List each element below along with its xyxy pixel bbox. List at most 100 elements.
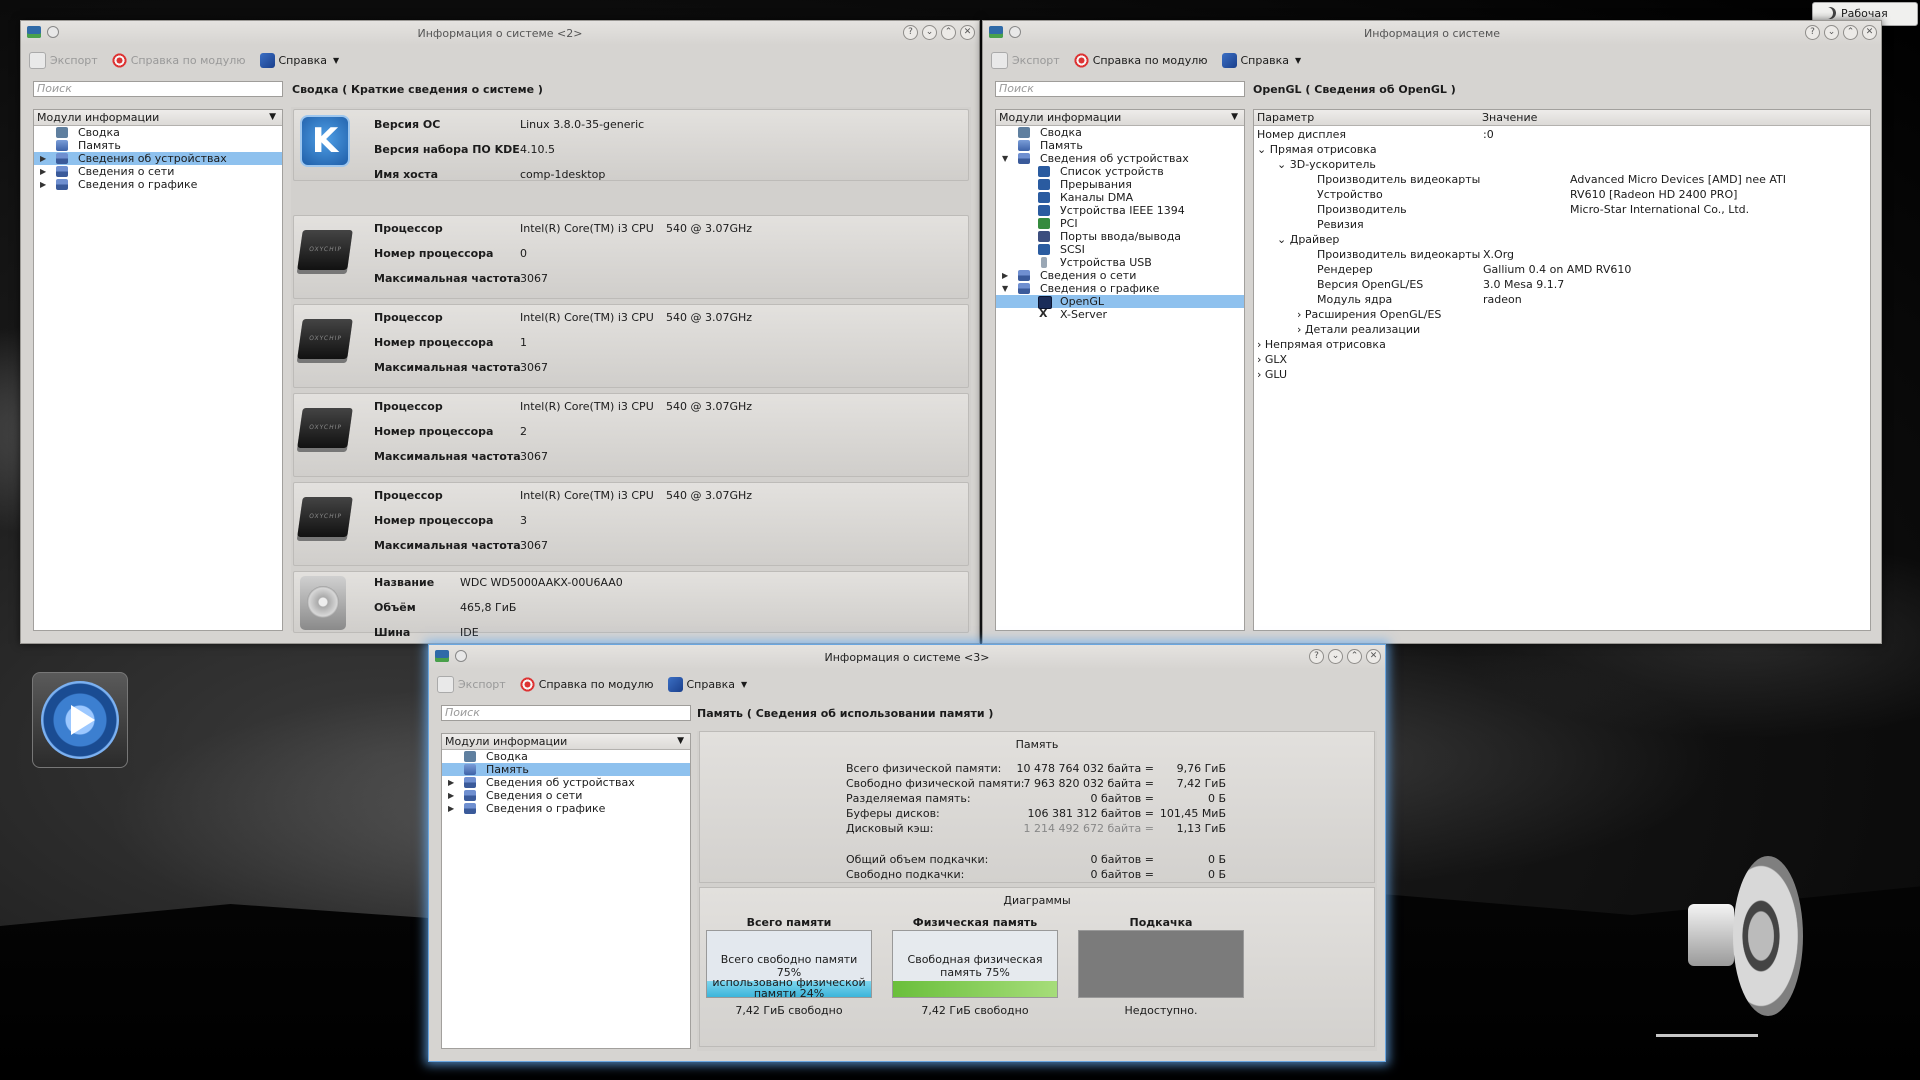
tree-item-io-ports[interactable]: Порты ввода/вывода bbox=[996, 230, 1244, 243]
cpu-card-0: Процессор Intel(R) Core(TM) i3 CPU 540 @… bbox=[293, 215, 969, 299]
table-header[interactable]: Параметр Значение bbox=[1254, 110, 1870, 126]
table-row[interactable]: Рендерер bbox=[1317, 263, 1373, 276]
memory-bytes: 0 байтов = bbox=[1090, 868, 1154, 881]
tree-item-summary[interactable]: Сводка bbox=[996, 126, 1244, 139]
table-row[interactable]: Версия OpenGL/ES bbox=[1317, 278, 1423, 291]
diagrams-section: Диаграммы Всего памяти Всего свободно па… bbox=[699, 887, 1375, 1047]
volume-widget[interactable] bbox=[1656, 856, 1818, 1037]
tree-item-network[interactable]: ▶ Сведения о сети bbox=[996, 269, 1244, 282]
opengl-table[interactable]: Параметр Значение Номер дисплея :0 ⌄ Пря… bbox=[1253, 109, 1871, 631]
search-input[interactable]: Поиск bbox=[441, 705, 691, 721]
tree-item-opengl[interactable]: OpenGL bbox=[996, 295, 1244, 309]
title-bar[interactable]: Информация о системе ? ⌄ ⌃ ✕ bbox=[983, 21, 1881, 45]
help-menu-button[interactable]: Справка ▼ bbox=[259, 52, 339, 68]
module-selector[interactable]: Модули информации ▼ bbox=[442, 734, 690, 750]
maximize-icon[interactable]: ⌃ bbox=[1843, 25, 1858, 40]
tree-item-scsi[interactable]: SCSI bbox=[996, 243, 1244, 256]
pane-header: Память ( Сведения об использовании памят… bbox=[697, 707, 994, 720]
gauge-free-label: Свободная физическая память 75% bbox=[907, 953, 1043, 979]
title-bar[interactable]: Информация о системе <3> ? ⌄ ⌃ ✕ bbox=[429, 645, 1385, 669]
maximize-icon[interactable]: ⌃ bbox=[1347, 649, 1362, 664]
help-icon[interactable]: ? bbox=[1309, 649, 1324, 664]
tree-item-device-list[interactable]: Список устройств bbox=[996, 165, 1244, 178]
tree-item-memory[interactable]: Память bbox=[442, 763, 690, 776]
table-row[interactable]: ⌄ Прямая отрисовка bbox=[1257, 143, 1377, 156]
help-menu-button[interactable]: Справка ▼ bbox=[667, 676, 747, 692]
help-menu-button[interactable]: Справка ▼ bbox=[1221, 52, 1301, 68]
minimize-icon[interactable]: ⌄ bbox=[1824, 25, 1839, 40]
cpu-chip-icon bbox=[297, 408, 353, 448]
tree-item-memory[interactable]: Память bbox=[996, 139, 1244, 152]
search-input[interactable]: Поиск bbox=[995, 81, 1245, 97]
minimize-icon[interactable]: ⌄ bbox=[1328, 649, 1343, 664]
tree-item-summary[interactable]: Сводка bbox=[34, 126, 282, 139]
tree-item-dma[interactable]: Каналы DMA bbox=[996, 191, 1244, 204]
title-bar[interactable]: Информация о системе <2> ? ⌄ ⌃ ✕ bbox=[21, 21, 979, 45]
table-row[interactable]: Модуль ядра bbox=[1317, 293, 1392, 306]
module-help-button[interactable]: Справка по модулю bbox=[519, 676, 654, 692]
tree-item-devices[interactable]: ▼ Сведения об устройствах bbox=[996, 152, 1244, 165]
table-row[interactable]: › GLX bbox=[1257, 353, 1287, 366]
module-tree[interactable]: Модули информации ▼ Сводка Память ▼ Сведен… bbox=[995, 109, 1245, 631]
module-tree[interactable]: Модули информации ▼ Сводка Память ▶ Сведен… bbox=[33, 109, 283, 631]
search-input[interactable]: Поиск bbox=[33, 81, 283, 97]
gauge-used-label: использовано физической памяти 24% bbox=[712, 976, 866, 998]
table-row[interactable]: › Детали реализации bbox=[1297, 323, 1420, 336]
col-param[interactable]: Параметр bbox=[1257, 110, 1314, 125]
tree-item-network[interactable]: ▶ Сведения о сети bbox=[34, 165, 282, 178]
module-tree[interactable]: Модули информации ▼ Сводка Память ▶ Сведен… bbox=[441, 733, 691, 1049]
media-player-widget[interactable] bbox=[32, 672, 128, 768]
tree-item-ieee1394[interactable]: Устройства IEEE 1394 bbox=[996, 204, 1244, 217]
table-row[interactable]: Номер дисплея bbox=[1257, 128, 1346, 141]
module-selector[interactable]: Модули информации ▼ bbox=[996, 110, 1244, 126]
tree-item-summary[interactable]: Сводка bbox=[442, 750, 690, 763]
help-icon[interactable]: ? bbox=[903, 25, 918, 40]
module-selector[interactable]: Модули информации ▼ bbox=[34, 110, 282, 126]
table-row[interactable]: › GLU bbox=[1257, 368, 1287, 381]
table-cell: RV610 [Radeon HD 2400 PRO] bbox=[1570, 188, 1738, 201]
tree-item-usb[interactable]: Устройства USB bbox=[996, 256, 1244, 269]
tree-item-graphics[interactable]: ▼ Сведения о графике bbox=[996, 282, 1244, 295]
close-icon[interactable]: ✕ bbox=[1862, 25, 1877, 40]
table-row[interactable]: › Непрямая отрисовка bbox=[1257, 338, 1386, 351]
tree-item-devices[interactable]: ▶ Сведения об устройствах bbox=[442, 776, 690, 789]
cpu-card-1: Процессор Intel(R) Core(TM) i3 CPU 540 @… bbox=[293, 304, 969, 388]
export-button[interactable]: Экспорт bbox=[991, 51, 1060, 69]
table-row[interactable]: Производитель bbox=[1317, 203, 1407, 216]
maximize-icon[interactable]: ⌃ bbox=[941, 25, 956, 40]
table-row[interactable]: ⌄ Драйвер bbox=[1277, 233, 1339, 246]
memory-label: Дисковый кэш: bbox=[846, 822, 934, 835]
module-help-button[interactable]: Справка по модулю bbox=[1073, 52, 1208, 68]
table-row[interactable]: Производитель видеокарты bbox=[1317, 248, 1480, 261]
export-button[interactable]: Экспорт bbox=[437, 675, 506, 693]
tree-item-network[interactable]: ▶ Сведения о сети bbox=[442, 789, 690, 802]
module-help-button[interactable]: Справка по модулю bbox=[111, 52, 246, 68]
help-icon[interactable]: ? bbox=[1805, 25, 1820, 40]
diagrams-title: Диаграммы bbox=[1003, 894, 1071, 907]
minimize-icon[interactable]: ⌄ bbox=[922, 25, 937, 40]
memory-label: Всего физической памяти: bbox=[846, 762, 1002, 775]
tree-item-xserver[interactable]: X X-Server bbox=[996, 307, 1244, 321]
table-row[interactable]: Производитель видеокарты bbox=[1317, 173, 1480, 186]
tree-item-interrupts[interactable]: Прерывания bbox=[996, 178, 1244, 191]
table-row[interactable]: ⌄ 3D-ускоритель bbox=[1277, 158, 1376, 171]
tree-item-graphics[interactable]: ▶ Сведения о графике bbox=[442, 802, 690, 815]
window-title: Информация о системе <2> bbox=[417, 27, 583, 40]
table-row[interactable]: Устройство bbox=[1317, 188, 1383, 201]
col-value[interactable]: Значение bbox=[1482, 110, 1537, 125]
table-row[interactable]: › Расширения OpenGL/ES bbox=[1297, 308, 1441, 321]
close-icon[interactable]: ✕ bbox=[1366, 649, 1381, 664]
tree-item-devices[interactable]: ▶ Сведения об устройствах bbox=[34, 152, 282, 165]
table-row[interactable]: Ревизия bbox=[1317, 218, 1364, 231]
memory-bytes: 0 байтов = bbox=[1090, 853, 1154, 866]
volume-slider[interactable] bbox=[1656, 1034, 1758, 1037]
export-button[interactable]: Экспорт bbox=[29, 51, 98, 69]
close-icon[interactable]: ✕ bbox=[960, 25, 975, 40]
gauge-used-fill bbox=[893, 981, 1057, 997]
table-cell: :0 bbox=[1483, 128, 1494, 141]
tree-item-memory[interactable]: Память bbox=[34, 139, 282, 152]
summary-pane: K Версия ОС Linux 3.8.0-35-generic Верси… bbox=[291, 107, 971, 639]
tree-item-graphics[interactable]: ▶ Сведения о графике bbox=[34, 178, 282, 191]
diagram-footer: Недоступно. bbox=[1124, 1004, 1198, 1017]
tree-item-pci[interactable]: PCI bbox=[996, 217, 1244, 230]
